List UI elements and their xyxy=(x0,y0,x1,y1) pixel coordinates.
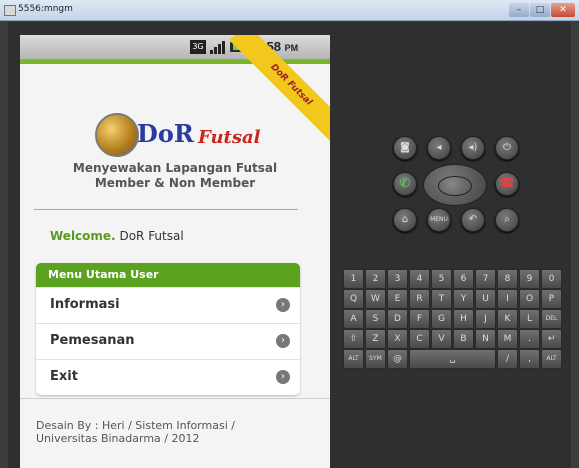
chevron-right-icon: › xyxy=(276,370,290,384)
power-icon[interactable]: ⏻ xyxy=(495,136,519,160)
tagline-line2: Member & Non Member xyxy=(94,176,256,190)
volume-up-icon[interactable]: ◂) xyxy=(461,136,485,160)
key-at[interactable]: @ xyxy=(387,349,408,369)
end-call-icon[interactable]: ☎ xyxy=(495,172,519,196)
key-4[interactable]: 4 xyxy=(409,269,430,289)
key-9[interactable]: 9 xyxy=(519,269,540,289)
key-i[interactable]: I xyxy=(497,289,518,309)
key-a[interactable]: A xyxy=(343,309,364,329)
menu-item-label: Exit xyxy=(50,369,78,384)
app-icon xyxy=(4,5,16,16)
key-0[interactable]: 0 xyxy=(541,269,562,289)
key-z[interactable]: Z xyxy=(365,329,386,349)
key-w[interactable]: W xyxy=(365,289,386,309)
menu-item-label: Pemesanan xyxy=(50,333,135,348)
back-icon[interactable]: ↶ xyxy=(461,208,485,232)
key-g[interactable]: G xyxy=(431,309,452,329)
call-icon[interactable]: ✆ xyxy=(393,172,417,196)
menu-item-pemesanan[interactable]: Pemesanan › xyxy=(36,323,300,359)
key-e[interactable]: E xyxy=(387,289,408,309)
key-l[interactable]: L xyxy=(519,309,540,329)
key-3[interactable]: 3 xyxy=(387,269,408,289)
welcome-message: Welcome. DoR Futsal xyxy=(50,229,184,243)
key-del[interactable]: DEL xyxy=(541,309,562,329)
volume-down-icon[interactable]: ◂ xyxy=(427,136,451,160)
key-o[interactable]: O xyxy=(519,289,540,309)
menu-item-informasi[interactable]: Informasi › xyxy=(36,287,300,323)
key-d[interactable]: D xyxy=(387,309,408,329)
key-f[interactable]: F xyxy=(409,309,430,329)
menu-item-label: Informasi xyxy=(50,297,120,312)
key-slash[interactable]: / xyxy=(497,349,518,369)
key-m[interactable]: M xyxy=(497,329,518,349)
welcome-prefix: Welcome. xyxy=(50,229,116,243)
welcome-name: DoR Futsal xyxy=(119,229,184,243)
window-title-bar: 5556:mngm – □ ✕ xyxy=(0,0,579,21)
key-y[interactable]: Y xyxy=(453,289,474,309)
key-u[interactable]: U xyxy=(475,289,496,309)
key-comma[interactable]: , xyxy=(519,349,540,369)
key-shift[interactable]: ⇧ xyxy=(343,329,364,349)
key-period[interactable]: . xyxy=(519,329,540,349)
tagline-line1: Menyewakan Lapangan Futsal xyxy=(72,161,278,175)
footer-line2: Universitas Binadarma / 2012 xyxy=(36,432,200,445)
key-8[interactable]: 8 xyxy=(497,269,518,289)
search-icon[interactable]: ⌕ xyxy=(495,208,519,232)
signal-icon xyxy=(210,40,226,54)
key-v[interactable]: V xyxy=(431,329,452,349)
maximize-button[interactable]: □ xyxy=(530,3,550,17)
close-button[interactable]: ✕ xyxy=(551,3,575,17)
dpad[interactable] xyxy=(423,164,487,206)
network-3g-icon: 3G xyxy=(190,40,206,54)
logo-dor: DoR xyxy=(137,119,194,148)
chevron-right-icon: › xyxy=(276,334,290,348)
dpad-center-button[interactable] xyxy=(438,176,472,196)
football-icon xyxy=(95,113,139,157)
key-1[interactable]: 1 xyxy=(343,269,364,289)
key-j[interactable]: J xyxy=(475,309,496,329)
footer: Desain By : Heri / Sistem Informasi / Un… xyxy=(20,398,330,468)
main-menu: Menu Utama User Informasi › Pemesanan › … xyxy=(36,263,300,395)
app-logo: DoR Futsal xyxy=(95,113,265,157)
menu-item-exit[interactable]: Exit › xyxy=(36,359,300,395)
menu-button[interactable]: MENU xyxy=(427,208,451,232)
key-2[interactable]: 2 xyxy=(365,269,386,289)
key-alt-right[interactable]: ALT xyxy=(541,349,562,369)
menu-header: Menu Utama User xyxy=(36,263,300,287)
key-q[interactable]: Q xyxy=(343,289,364,309)
key-t[interactable]: T xyxy=(431,289,452,309)
key-h[interactable]: H xyxy=(453,309,474,329)
key-k[interactable]: K xyxy=(497,309,518,329)
status-bar: 3G 7:58 PM xyxy=(20,35,330,60)
key-sym[interactable]: SYM xyxy=(365,349,386,369)
phone-screen: 3G 7:58 PM DoR Futsal DoR Futsal Menyewa… xyxy=(20,35,330,468)
logo-futsal: Futsal xyxy=(198,127,261,148)
key-b[interactable]: B xyxy=(453,329,474,349)
key-alt-left[interactable]: ALT xyxy=(343,349,364,369)
key-c[interactable]: C xyxy=(409,329,430,349)
chevron-right-icon: › xyxy=(276,298,290,312)
key-p[interactable]: P xyxy=(541,289,562,309)
key-s[interactable]: S xyxy=(365,309,386,329)
key-x[interactable]: X xyxy=(387,329,408,349)
key-6[interactable]: 6 xyxy=(453,269,474,289)
key-space[interactable]: ␣ xyxy=(409,349,496,369)
key-enter[interactable]: ↵ xyxy=(541,329,562,349)
camera-icon[interactable]: ◙ xyxy=(393,136,417,160)
key-7[interactable]: 7 xyxy=(475,269,496,289)
key-n[interactable]: N xyxy=(475,329,496,349)
minimize-button[interactable]: – xyxy=(509,3,529,17)
key-r[interactable]: R xyxy=(409,289,430,309)
tagline: Menyewakan Lapangan Futsal Member & Non … xyxy=(20,161,330,191)
footer-line1: Desain By : Heri / Sistem Informasi / xyxy=(36,419,235,432)
window-title: 5556:mngm xyxy=(18,4,73,14)
home-icon[interactable]: ⌂ xyxy=(393,208,417,232)
key-5[interactable]: 5 xyxy=(431,269,452,289)
emulator-keyboard: 1 2 3 4 5 6 7 8 9 0 Q W E R T Y U I O P … xyxy=(343,269,568,369)
divider xyxy=(34,209,298,210)
